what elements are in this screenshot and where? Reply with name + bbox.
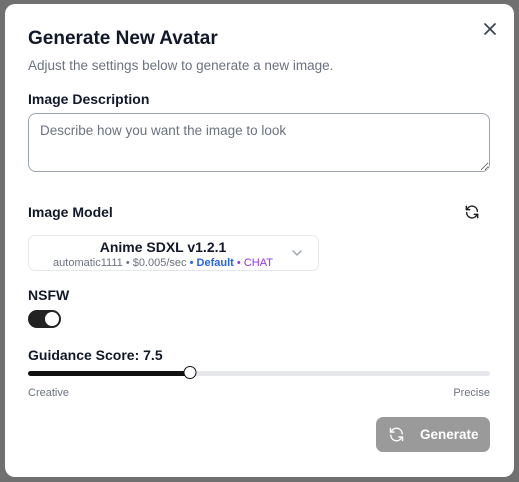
generate-label: Generate (420, 427, 479, 442)
precise-label: Precise (453, 387, 490, 399)
guidance-slider[interactable] (28, 366, 490, 379)
slider-thumb[interactable] (183, 366, 197, 379)
toggle-knob (45, 312, 59, 326)
image-model-select[interactable]: Anime SDXL v1.2.1 automatic1111 • $0.005… (28, 235, 319, 271)
model-price: $0.005/sec (132, 257, 187, 269)
refresh-icon (389, 427, 404, 442)
generate-avatar-dialog: Generate New Avatar Adjust the settings … (5, 4, 514, 477)
guidance-score-label: Guidance Score: 7.5 (28, 347, 163, 363)
close-button[interactable] (481, 20, 499, 38)
chat-tag: CHAT (243, 257, 273, 269)
chevron-down-icon (292, 250, 302, 256)
creative-label: Creative (28, 387, 69, 399)
slider-fill (28, 371, 190, 376)
close-icon (484, 23, 496, 35)
refresh-models-button[interactable] (462, 202, 482, 222)
model-name: Anime SDXL v1.2.1 (99, 239, 227, 255)
model-provider: automatic1111 (53, 257, 123, 269)
chat-separator: • (236, 257, 241, 269)
generate-button[interactable]: Generate (376, 417, 490, 452)
default-tag: Default (196, 257, 234, 269)
image-description-input[interactable] (28, 113, 490, 172)
nsfw-label: NSFW (28, 287, 70, 303)
meta-separator: • (125, 257, 130, 269)
refresh-icon (465, 205, 479, 219)
default-separator: • (189, 257, 194, 269)
model-meta: automatic1111 • $0.005/sec • Default • C… (29, 257, 297, 269)
nsfw-toggle[interactable] (28, 310, 61, 328)
image-model-label: Image Model (28, 204, 113, 220)
image-description-label: Image Description (28, 91, 150, 107)
dialog-subtitle: Adjust the settings below to generate a … (28, 58, 334, 73)
dialog-title: Generate New Avatar (28, 28, 218, 49)
